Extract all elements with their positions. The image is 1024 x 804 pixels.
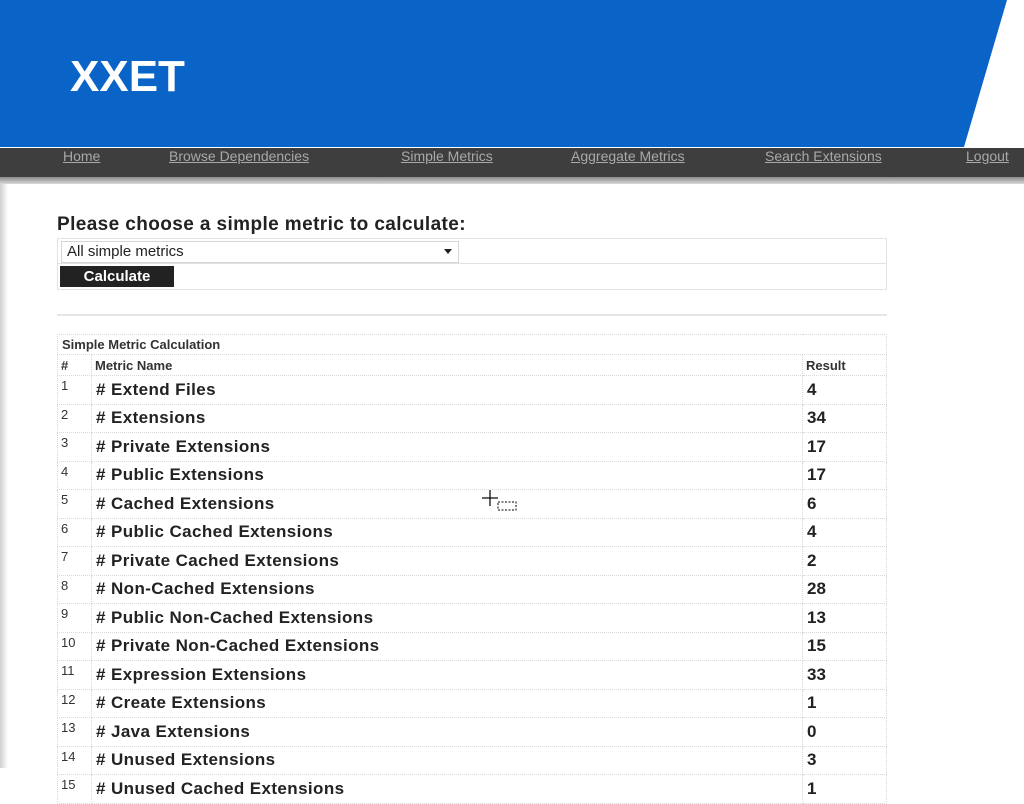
row-number: 3: [57, 432, 92, 462]
metric-result: 34: [802, 403, 887, 433]
metric-result: 4: [802, 517, 887, 547]
metric-name: # Non-Cached Extensions: [91, 574, 803, 604]
page-edge-shadow: [0, 184, 8, 768]
metric-result: 33: [802, 660, 887, 690]
metric-name: # Extensions: [91, 403, 803, 433]
table-row: 7 # Private Cached Extensions 2: [57, 546, 887, 576]
column-header-number: #: [57, 354, 92, 376]
row-number: 12: [57, 688, 92, 718]
row-number: 15: [57, 774, 92, 804]
chevron-down-icon: [444, 249, 452, 254]
table-row: 8 # Non-Cached Extensions 28: [57, 574, 887, 604]
metric-name: # Create Extensions: [91, 688, 803, 718]
table-row: 3 # Private Extensions 17: [57, 432, 887, 462]
table-row: 4 # Public Extensions 17: [57, 460, 887, 490]
metric-result: 0: [802, 717, 887, 747]
row-number: 10: [57, 631, 92, 661]
metric-name: # Private Cached Extensions: [91, 546, 803, 576]
slide-header: XXET: [0, 0, 1024, 147]
row-number: 5: [57, 489, 92, 519]
metric-name: # Private Non-Cached Extensions: [91, 631, 803, 661]
table-row: 9 # Public Non-Cached Extensions 13: [57, 603, 887, 633]
row-number: 1: [57, 375, 92, 405]
metric-result: 2: [802, 546, 887, 576]
metric-result: 15: [802, 631, 887, 661]
row-number: 7: [57, 546, 92, 576]
table-row: 6 # Public Cached Extensions 4: [57, 517, 887, 547]
table-row: 14 # Unused Extensions 3: [57, 745, 887, 775]
form-row-divider: [57, 263, 887, 264]
results-caption: Simple Metric Calculation: [57, 334, 887, 355]
table-row: 1 # Extend Files 4: [57, 375, 887, 405]
nav-logout-link[interactable]: Logout: [966, 148, 1009, 164]
metric-name: # Cached Extensions: [91, 489, 803, 519]
metric-result: 17: [802, 432, 887, 462]
row-number: 4: [57, 460, 92, 490]
metric-result: 3: [802, 745, 887, 775]
metric-name: # Public Extensions: [91, 460, 803, 490]
crosshair-cursor-icon: [482, 490, 517, 511]
metric-result: 4: [802, 375, 887, 405]
metric-result: 28: [802, 574, 887, 604]
row-number: 9: [57, 603, 92, 633]
section-divider: [57, 314, 887, 316]
app-title: XXET: [70, 52, 185, 101]
row-number: 13: [57, 717, 92, 747]
results-body: 1 # Extend Files 4 2 # Extensions 34 3 # Privat…: [57, 375, 887, 804]
results-table: Simple Metric Calculation # Metric Name …: [57, 334, 887, 804]
metric-result: 1: [802, 688, 887, 718]
table-row: 10 # Private Non-Cached Extensions 15: [57, 631, 887, 661]
metric-result: 6: [802, 489, 887, 519]
table-row: 11 # Expression Extensions 33: [57, 660, 887, 690]
metric-select-value: All simple metrics: [67, 243, 184, 260]
form-prompt: Please choose a simple metric to calcula…: [57, 214, 466, 235]
nav-bar: Home Browse Dependencies Simple Metrics …: [0, 147, 1024, 181]
nav-simple-metrics-link[interactable]: Simple Metrics: [401, 148, 493, 164]
row-number: 8: [57, 574, 92, 604]
table-row: 12 # Create Extensions 1: [57, 688, 887, 718]
nav-search-extensions-link[interactable]: Search Extensions: [765, 148, 882, 164]
metric-name: # Java Extensions: [91, 717, 803, 747]
metric-name: # Public Non-Cached Extensions: [91, 603, 803, 633]
metric-result: 17: [802, 460, 887, 490]
metric-result: 13: [802, 603, 887, 633]
metric-select[interactable]: All simple metrics: [61, 241, 459, 263]
navbar-shadow: [0, 177, 1024, 184]
table-row: 2 # Extensions 34: [57, 403, 887, 433]
nav-home-link[interactable]: Home: [63, 148, 100, 164]
metric-result: 1: [802, 774, 887, 804]
nav-browse-dependencies-link[interactable]: Browse Dependencies: [169, 148, 309, 164]
column-header-metric-name: Metric Name: [91, 354, 803, 376]
metric-name: # Expression Extensions: [91, 660, 803, 690]
metric-name: # Private Extensions: [91, 432, 803, 462]
row-number: 2: [57, 403, 92, 433]
table-row: 13 # Java Extensions 0: [57, 717, 887, 747]
metric-name: # Unused Extensions: [91, 745, 803, 775]
metric-name: # Extend Files: [91, 375, 803, 405]
column-header-result: Result: [802, 354, 887, 376]
metric-name: # Unused Cached Extensions: [91, 774, 803, 804]
metric-name: # Public Cached Extensions: [91, 517, 803, 547]
row-number: 14: [57, 745, 92, 775]
row-number: 11: [57, 660, 92, 690]
nav-aggregate-metrics-link[interactable]: Aggregate Metrics: [571, 148, 685, 164]
calculate-button[interactable]: Calculate: [60, 266, 174, 287]
table-row: 5 # Cached Extensions 6: [57, 489, 887, 519]
row-number: 6: [57, 517, 92, 547]
table-row: 15 # Unused Cached Extensions 1: [57, 774, 887, 804]
